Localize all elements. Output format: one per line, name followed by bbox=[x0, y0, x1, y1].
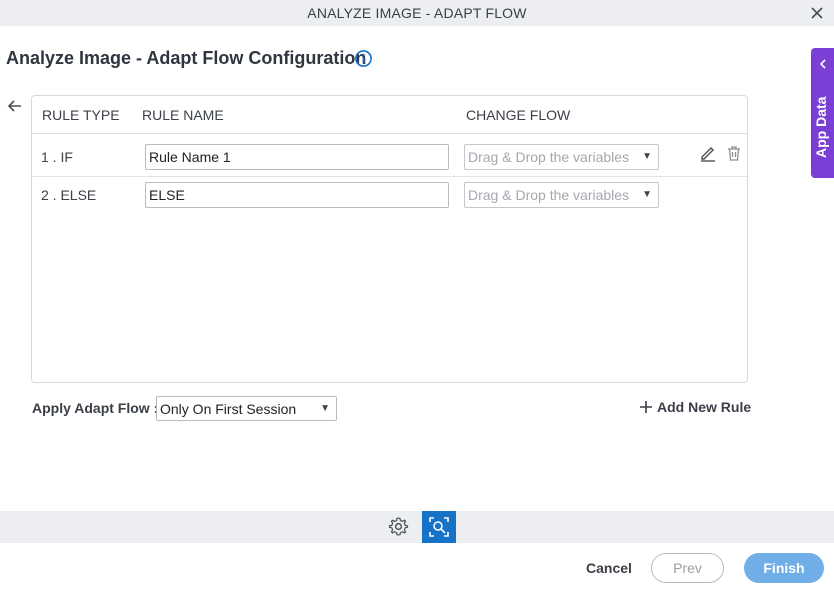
apply-adapt-flow-value: Only On First Session bbox=[160, 401, 297, 417]
change-flow-select[interactable]: Drag & Drop the variables ▼ bbox=[464, 144, 659, 170]
table-row: 1 . IF Drag & Drop the variables ▼ bbox=[32, 140, 747, 177]
change-flow-select[interactable]: Drag & Drop the variables ▼ bbox=[464, 182, 659, 208]
apply-adapt-flow-label: Apply Adapt Flow : bbox=[32, 400, 159, 416]
title-bar: ANALYZE IMAGE - ADAPT FLOW bbox=[0, 0, 834, 26]
rule-name-input[interactable] bbox=[145, 144, 449, 170]
table-row: 2 . ELSE Drag & Drop the variables ▼ bbox=[32, 178, 747, 216]
image-scan-button[interactable] bbox=[422, 511, 456, 543]
caret-down-icon: ▼ bbox=[320, 403, 330, 414]
apply-adapt-flow-select[interactable]: Only On First Session ▼ bbox=[156, 396, 337, 421]
caret-down-icon: ▼ bbox=[642, 151, 652, 162]
info-icon[interactable] bbox=[354, 49, 373, 68]
rules-grid: RULE TYPE RULE NAME CHANGE FLOW 1 . IF D… bbox=[31, 95, 748, 383]
header-rule-type: RULE TYPE bbox=[42, 107, 120, 123]
change-flow-placeholder: Drag & Drop the variables bbox=[468, 149, 630, 165]
header-change-flow: CHANGE FLOW bbox=[466, 107, 571, 123]
rule-name-input[interactable] bbox=[145, 182, 449, 208]
window-title: ANALYZE IMAGE - ADAPT FLOW bbox=[307, 5, 527, 21]
trash-icon[interactable] bbox=[725, 144, 743, 162]
change-flow-placeholder: Drag & Drop the variables bbox=[468, 187, 630, 203]
bottom-toolbar bbox=[0, 511, 834, 543]
finish-button[interactable]: Finish bbox=[744, 553, 824, 583]
cancel-button[interactable]: Cancel bbox=[582, 553, 636, 583]
prev-button[interactable]: Prev bbox=[651, 553, 724, 583]
header-rule-name: RULE NAME bbox=[142, 107, 224, 123]
image-scan-icon bbox=[429, 517, 449, 537]
app-data-label: App Data bbox=[813, 96, 829, 158]
edit-icon[interactable] bbox=[699, 144, 717, 162]
rule-type: 2 . ELSE bbox=[41, 187, 97, 203]
close-icon[interactable] bbox=[809, 5, 825, 21]
plus-icon bbox=[640, 401, 652, 413]
caret-down-icon: ▼ bbox=[642, 189, 652, 200]
back-arrow-icon[interactable] bbox=[6, 97, 24, 115]
app-data-tab[interactable]: App Data bbox=[811, 48, 834, 178]
page-title: Analyze Image - Adapt Flow Configuration bbox=[6, 48, 367, 68]
grid-header: RULE TYPE RULE NAME CHANGE FLOW bbox=[32, 96, 747, 134]
add-new-rule-label: Add New Rule bbox=[657, 399, 752, 415]
rule-type: 1 . IF bbox=[41, 149, 73, 165]
chevron-left-icon bbox=[819, 59, 826, 69]
gear-icon[interactable] bbox=[388, 516, 409, 537]
